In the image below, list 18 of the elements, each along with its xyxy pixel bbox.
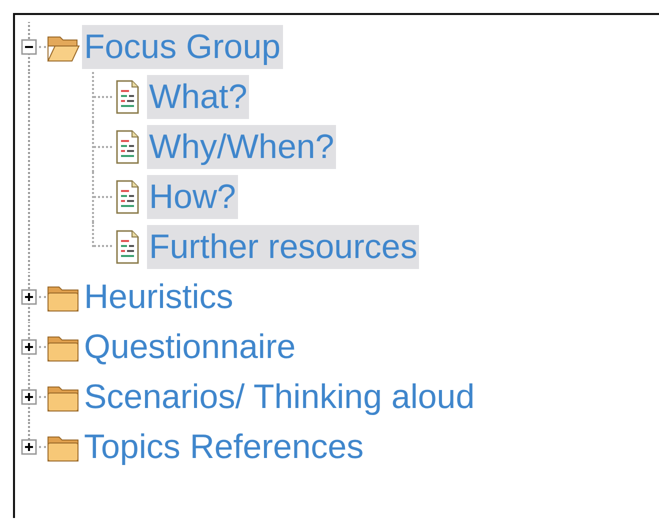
expand-icon[interactable] [21, 389, 37, 405]
document-icon [116, 80, 139, 114]
tree-item[interactable]: Why/When? [147, 125, 336, 169]
tree-item[interactable]: Heuristics [82, 275, 236, 319]
tree-item[interactable]: Scenarios/ Thinking aloud [82, 375, 477, 419]
tree-item[interactable]: Focus Group [82, 25, 283, 69]
tree-item[interactable]: What? [147, 75, 250, 119]
expand-icon[interactable] [21, 289, 37, 305]
tree-item[interactable]: Further resources [147, 225, 420, 269]
document-icon [116, 180, 139, 214]
document-icon [116, 230, 139, 264]
tree-item[interactable]: How? [147, 175, 238, 219]
collapse-icon[interactable] [21, 39, 37, 55]
expand-icon[interactable] [21, 439, 37, 455]
document-icon [116, 130, 139, 164]
tree-item[interactable]: Questionnaire [82, 325, 298, 369]
tree-item[interactable]: Topics References [82, 425, 366, 469]
expand-icon[interactable] [21, 339, 37, 355]
